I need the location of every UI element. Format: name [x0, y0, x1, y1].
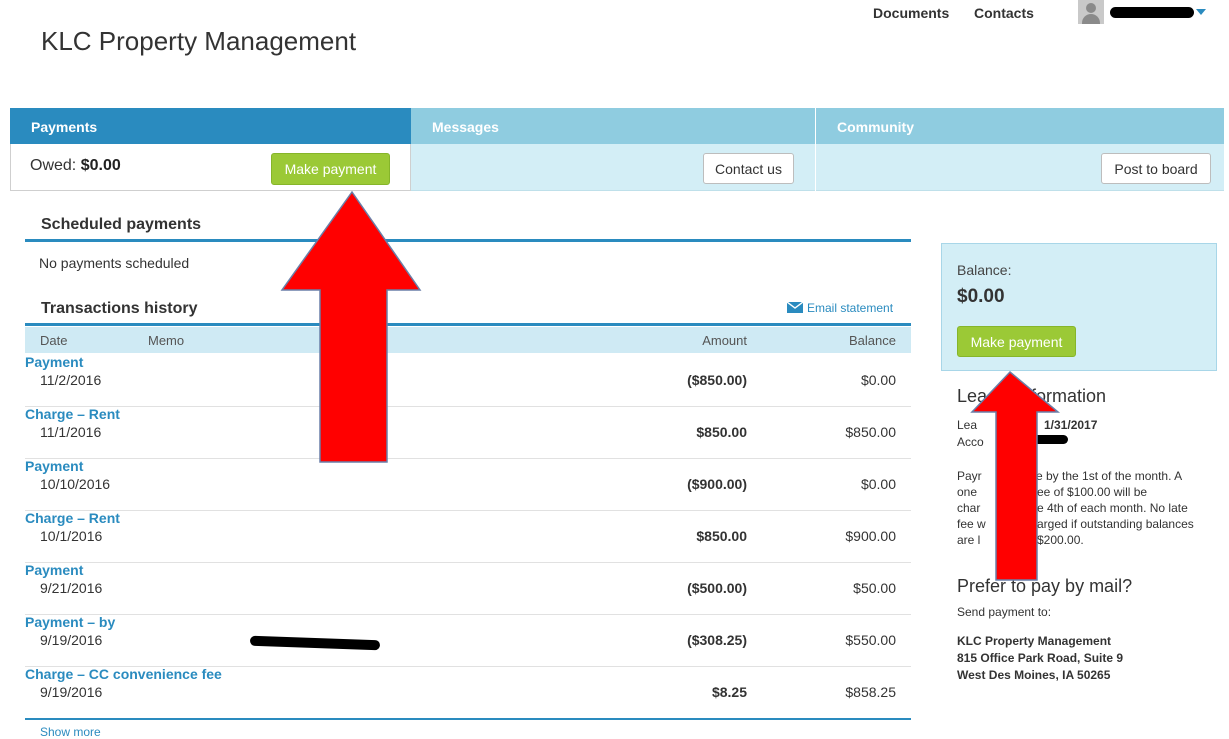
red-arrow-up-icon: [280, 190, 422, 463]
red-arrow-up-icon: [970, 370, 1061, 581]
annotation-overlay: [280, 190, 1061, 581]
